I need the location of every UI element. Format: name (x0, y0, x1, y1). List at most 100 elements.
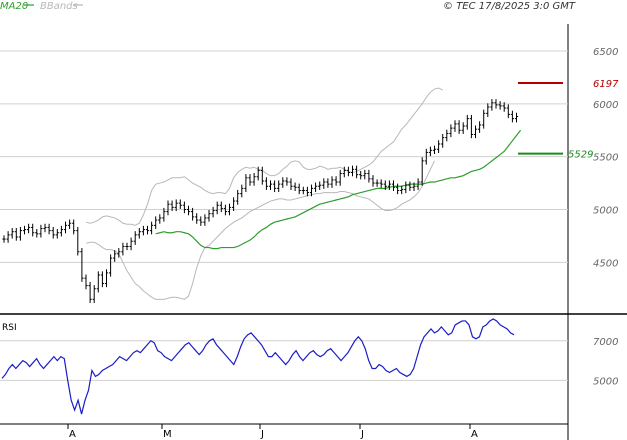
bband-lower (85, 160, 435, 300)
ohlc-bar (404, 181, 408, 194)
copyright-text: © TEC 17/8/2025 3:0 GMT (443, 1, 576, 12)
ohlc-bar (63, 221, 68, 234)
ohlc-bar (186, 205, 191, 216)
ohlc-bar (92, 285, 96, 304)
ohlc-bar (326, 178, 330, 188)
ohlc-bar (322, 178, 326, 189)
ohlc-bar (121, 242, 125, 256)
price-grid (0, 24, 627, 440)
ohlc-bar (498, 101, 502, 110)
x-axis: AMJJA (67, 424, 478, 440)
ohlc-bar (27, 223, 31, 234)
ohlc-bar (22, 225, 27, 235)
price-tick-label: 6000 (593, 100, 618, 111)
ohlc-bar (441, 133, 445, 148)
stock-chart: 6197 5529 4500 5000 5500 6000 6500 5000 7000 A… (0, 1, 627, 440)
ohlc-bar (129, 237, 133, 251)
ohlc-bar (314, 182, 318, 193)
ohlc-bar (457, 120, 461, 134)
ohlc-bar (88, 281, 92, 304)
ohlc-bar (367, 169, 371, 183)
ohlc-bar (244, 174, 248, 193)
ohlc-bar (268, 180, 273, 190)
price-levels: 6197 5529 (518, 79, 619, 161)
ohlc-bar (260, 166, 264, 185)
ohlc-bar (469, 114, 473, 139)
price-tick-label: 5000 (593, 205, 618, 216)
ma20-line (155, 129, 522, 250)
ohlc-bar (166, 200, 170, 216)
ohlc-bar (68, 219, 72, 230)
ohlc-bar (506, 104, 510, 119)
price-tick-label: 4500 (593, 258, 618, 269)
ohlc-bar (510, 110, 514, 123)
ohlc-bar (338, 169, 342, 186)
ohlc-bar (486, 103, 490, 118)
ohlc-bar (35, 229, 39, 238)
rsi-tick-label: 5000 (593, 376, 618, 387)
ohlc-bar (490, 99, 494, 111)
ohlc-bar (400, 185, 404, 195)
ohlc-bar (289, 178, 293, 190)
ohlc-bar (31, 223, 35, 237)
ohlc-bar (199, 216, 203, 226)
ohlc-bar (445, 129, 449, 142)
ohlc-bar (211, 206, 215, 218)
ohlc-bar (240, 184, 244, 198)
rsi-line (1, 318, 515, 415)
ohlc-bar (379, 179, 383, 188)
ohlc-bar (473, 125, 478, 139)
ohlc-bar (80, 248, 84, 282)
ma20-polyline (155, 129, 522, 250)
ohlc-bar (514, 112, 519, 123)
ohlc-bar (428, 146, 432, 157)
month-label: M (163, 429, 172, 440)
ohlc-bar (318, 181, 322, 190)
ohlc-bar (125, 242, 129, 251)
ohlc-bar (182, 201, 186, 214)
ohlc-bar (387, 180, 391, 190)
rsi-title: RSI (2, 323, 17, 333)
month-label: J (260, 429, 264, 440)
ohlc-bar (178, 199, 182, 209)
ohlc-bar (277, 180, 281, 193)
ohlc-bar (432, 145, 437, 155)
bollinger-bands (85, 87, 443, 300)
price-bars (2, 99, 519, 304)
ohlc-bar (6, 231, 10, 243)
month-label: A (471, 429, 478, 440)
ohlc-bar (72, 219, 76, 235)
ohlc-bar (285, 177, 289, 186)
ohlc-bar (47, 223, 51, 235)
ohlc-bar (305, 186, 309, 197)
ohlc-bar (137, 227, 141, 239)
ohlc-bar (104, 269, 109, 288)
ohlc-bar (14, 227, 18, 241)
ohlc-bar (301, 186, 305, 195)
ohlc-bar (150, 221, 154, 235)
ohlc-bar (350, 165, 355, 177)
ohlc-bar (96, 271, 100, 293)
ohlc-bar (55, 229, 59, 239)
ohlc-bar (10, 227, 14, 239)
ohlc-bar (158, 214, 162, 224)
ohlc-bar (449, 124, 453, 138)
ohlc-bar (18, 226, 22, 241)
ohlc-bar (396, 183, 400, 195)
rsi-polyline (1, 318, 515, 415)
ohlc-bar (207, 210, 211, 222)
ohlc-bar (330, 176, 334, 188)
ohlc-bar (203, 214, 207, 226)
ohlc-bar (334, 176, 338, 186)
legend-bbands: BBands (40, 1, 78, 12)
ohlc-bar (252, 173, 256, 186)
ohlc-bar (223, 204, 227, 216)
month-label: J (360, 429, 364, 440)
ohlc-bar (248, 174, 252, 186)
rsi-axis: 5000 7000 (593, 337, 618, 388)
ohlc-bar (84, 274, 88, 290)
resistance-level-label: 6197 (593, 79, 619, 90)
ohlc-bar (465, 114, 469, 130)
ohlc-bar (43, 223, 47, 233)
support-level-label: 5529 (568, 150, 593, 161)
